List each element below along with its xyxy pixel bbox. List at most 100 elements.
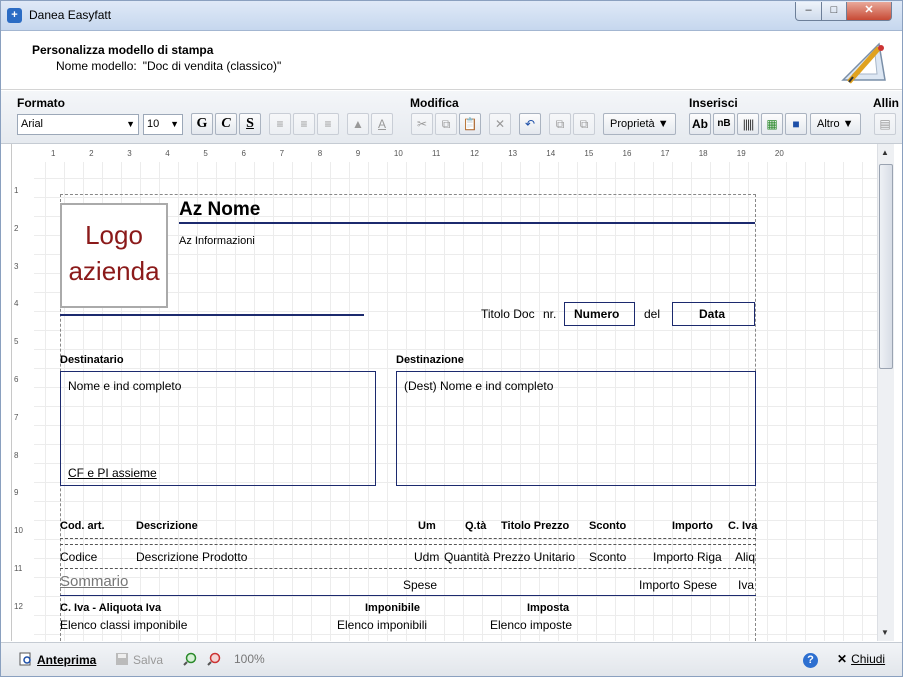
- titolo-doc-field[interactable]: Titolo Doc: [481, 307, 535, 321]
- ruler-top-tick: 2: [89, 149, 94, 158]
- destinazione-box[interactable]: (Dest) Nome e ind completo: [396, 371, 756, 486]
- insert-shape-button[interactable]: ■: [785, 113, 807, 135]
- ruler-left-tick: 4: [14, 299, 19, 309]
- az-nome-field[interactable]: Az Nome: [179, 199, 260, 221]
- scroll-up-icon[interactable]: ▲: [881, 148, 889, 157]
- col-header-civa[interactable]: C. Iva: [728, 520, 757, 532]
- ruler-top-tick: 3: [127, 149, 132, 158]
- undo-button[interactable]: ↶: [519, 113, 541, 135]
- font-size-select[interactable]: 10 ▼: [143, 114, 183, 135]
- cell-importo-riga[interactable]: Importo Riga: [653, 550, 722, 564]
- col-header-titolo-prezzo[interactable]: Titolo Prezzo: [501, 520, 569, 532]
- zoom-in-button[interactable]: [183, 652, 201, 667]
- cell-aliq[interactable]: Aliq: [735, 550, 755, 564]
- destinatario-label[interactable]: Destinatario: [60, 354, 124, 366]
- minimize-button[interactable]: –: [795, 2, 822, 21]
- imponibile-header[interactable]: Imponibile: [365, 602, 420, 614]
- underline-button[interactable]: S: [239, 113, 261, 135]
- sommario-field[interactable]: Sommario: [60, 573, 128, 590]
- cell-descrizione[interactable]: Descrizione Prodotto: [136, 550, 247, 564]
- salva-button[interactable]: Salva: [115, 652, 163, 667]
- title-bar: + Danea Easyfatt – □ ✕: [1, 1, 902, 31]
- header-panel: Personalizza modello di stampa Nome mode…: [1, 32, 902, 90]
- col-header-qta[interactable]: Q.tà: [465, 520, 486, 532]
- align-center-button[interactable]: ≡: [293, 113, 315, 135]
- align-left-button[interactable]: ≡: [269, 113, 291, 135]
- col-header-importo[interactable]: Importo: [672, 520, 713, 532]
- preview-icon: [19, 652, 31, 666]
- align-objects-button[interactable]: ▤: [874, 113, 896, 135]
- logo-placeholder[interactable]: Logo azienda: [60, 203, 168, 308]
- model-name-value: "Doc di vendita (classico)": [142, 59, 282, 73]
- fill-color-button[interactable]: ▲: [347, 113, 369, 135]
- text-color-button[interactable]: A: [371, 113, 393, 135]
- data-box[interactable]: Data: [672, 302, 755, 326]
- importo-spese-field[interactable]: Importo Spese: [639, 578, 717, 592]
- paste-button[interactable]: 📋: [459, 113, 481, 135]
- proprieta-button[interactable]: Proprietà ▼: [603, 113, 676, 135]
- cell-codice[interactable]: Codice: [60, 550, 97, 564]
- status-bar: Anteprima Salva 100% ? ✕ Chiudi: [1, 642, 902, 676]
- ruler-top: 1 2 3 4 5 6 7 8 9 10 11 12 13 14 15 16 17 18 19 20: [12, 144, 877, 162]
- insert-image-button[interactable]: ▦: [761, 113, 783, 135]
- copy-icon: ⧉: [441, 117, 451, 131]
- spese-field[interactable]: Spese: [403, 578, 437, 592]
- del-label[interactable]: del: [644, 307, 660, 321]
- cut-button[interactable]: ✂: [411, 113, 433, 135]
- numero-box[interactable]: Numero: [564, 302, 635, 326]
- formato-group-label: Formato: [17, 96, 65, 110]
- nr-label[interactable]: nr.: [543, 307, 556, 321]
- summary-rule[interactable]: [60, 595, 756, 596]
- save-icon: [116, 653, 128, 665]
- col-header-codart[interactable]: Cod. art.: [60, 520, 105, 532]
- app-window: + Danea Easyfatt – □ ✕ Personalizza mode…: [0, 0, 903, 677]
- scroll-down-icon[interactable]: ▼: [881, 628, 889, 637]
- send-back-button[interactable]: ⧉: [573, 113, 595, 135]
- help-button[interactable]: ?: [803, 652, 818, 668]
- delete-button[interactable]: ✕: [489, 113, 511, 135]
- iva-field[interactable]: Iva: [738, 578, 754, 592]
- elenco-imponibili-field[interactable]: Elenco imponibili: [337, 618, 427, 632]
- cell-quantita[interactable]: Quantità: [444, 550, 489, 564]
- destinatario-box[interactable]: Nome e ind completo CF e PI assieme: [60, 371, 376, 486]
- logo-rule[interactable]: [60, 314, 364, 316]
- az-info-field[interactable]: Az Informazioni: [179, 235, 255, 247]
- chiudi-button[interactable]: ✕ Chiudi: [837, 652, 885, 666]
- align-right-button[interactable]: ≡: [317, 113, 339, 135]
- insert-text-button[interactable]: Ab: [689, 113, 711, 135]
- civa-header[interactable]: C. Iva - Aliquota Iva: [60, 602, 161, 614]
- col-header-um[interactable]: Um: [418, 520, 436, 532]
- elenco-imposte-field[interactable]: Elenco imposte: [490, 618, 572, 632]
- vertical-scrollbar[interactable]: ▲ ▼: [877, 144, 894, 641]
- destinazione-label[interactable]: Destinazione: [396, 354, 464, 366]
- col-header-descrizione[interactable]: Descrizione: [136, 520, 198, 532]
- italic-button[interactable]: C: [215, 113, 237, 135]
- toolbar: Formato Modifica Inserisci Allin Arial ▼…: [1, 91, 902, 144]
- font-family-select[interactable]: Arial ▼: [17, 114, 139, 135]
- table-row-bottom-separator: [60, 568, 756, 569]
- elenco-classi-field[interactable]: Elenco classi imponibile: [60, 618, 187, 632]
- copy-button[interactable]: ⧉: [435, 113, 457, 135]
- cell-prezzo-unitario[interactable]: Prezzo Unitario: [493, 550, 575, 564]
- bold-button[interactable]: G: [191, 113, 213, 135]
- header-rule[interactable]: [179, 222, 755, 224]
- salva-label: Salva: [133, 653, 164, 667]
- close-button[interactable]: ✕: [846, 2, 892, 21]
- scroll-thumb[interactable]: [879, 164, 893, 369]
- logo-line-1: Logo: [85, 220, 143, 250]
- cell-udm[interactable]: Udm: [414, 550, 439, 564]
- numero-field: Numero: [574, 307, 620, 321]
- insert-barcode-button[interactable]: |||||: [737, 113, 759, 135]
- cell-sconto[interactable]: Sconto: [589, 550, 626, 564]
- anteprima-button[interactable]: Anteprima: [19, 652, 96, 667]
- imposta-header[interactable]: Imposta: [527, 602, 569, 614]
- design-canvas[interactable]: 1 2 3 4 5 6 7 8 9 10 11 12 13 14 15 16 17 18 19 20 12345678…: [11, 144, 877, 641]
- col-header-sconto[interactable]: Sconto: [589, 520, 626, 532]
- bring-front-button[interactable]: ⧉: [549, 113, 571, 135]
- zoom-out-button[interactable]: [207, 652, 225, 667]
- ruler-top-tick: 14: [546, 149, 556, 158]
- maximize-button[interactable]: □: [821, 2, 847, 21]
- barcode-icon: |||||: [742, 117, 755, 131]
- insert-field-button[interactable]: nB: [713, 113, 735, 135]
- altro-button[interactable]: Altro ▼: [810, 113, 861, 135]
